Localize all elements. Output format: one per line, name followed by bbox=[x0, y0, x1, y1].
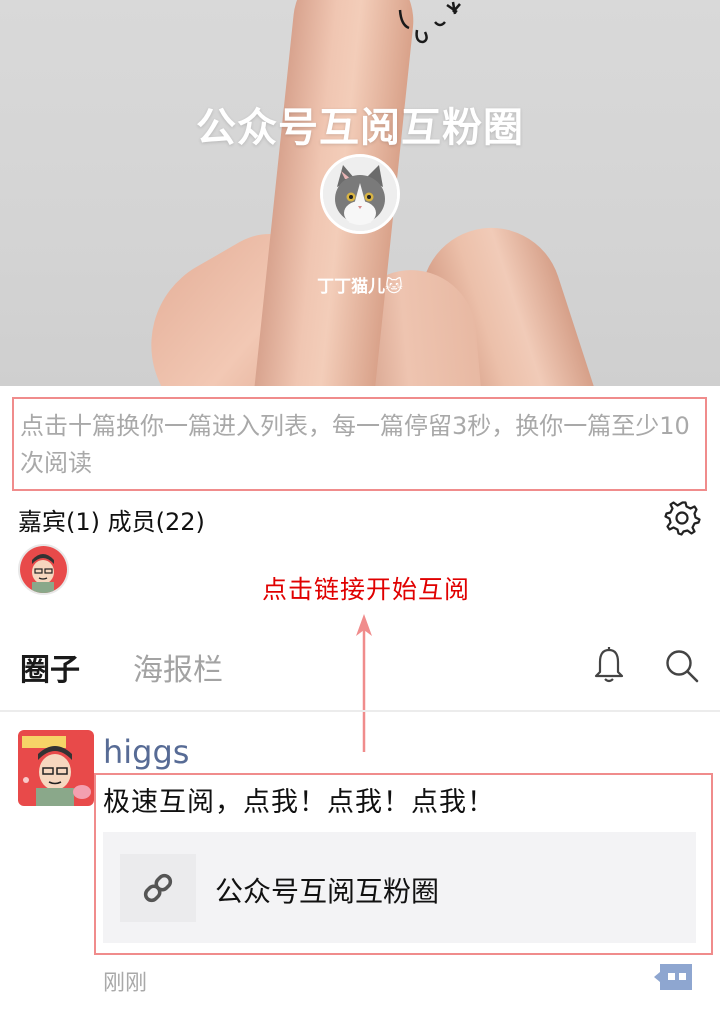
group-notice[interactable]: 点击十篇换你一篇进入列表，每一篇停留3秒，换你一篇至少10次阅读 bbox=[12, 397, 707, 491]
gear-icon[interactable] bbox=[663, 499, 701, 537]
shared-link-card[interactable]: 公众号互阅互粉圈 bbox=[103, 832, 696, 943]
up-arrow-icon bbox=[356, 614, 372, 752]
post-author-name[interactable]: higgs bbox=[103, 733, 189, 771]
tab-circle[interactable]: 圈子 bbox=[20, 645, 80, 689]
post-timestamp: 刚刚 bbox=[103, 971, 148, 996]
tab-poster[interactable]: 海报栏 bbox=[133, 645, 223, 689]
tab-divider bbox=[0, 710, 720, 712]
cartoon-avatar-image bbox=[18, 730, 94, 806]
link-title: 公众号互阅互粉圈 bbox=[215, 875, 440, 908]
group-cover: 公众号互阅互粉圈 丁丁猫儿🐱 bbox=[0, 0, 720, 386]
search-icon[interactable] bbox=[664, 648, 700, 684]
member-summary[interactable]: 嘉宾(1) 成员(22) bbox=[18, 502, 205, 537]
bell-icon[interactable] bbox=[592, 646, 626, 684]
post-text: 极速互阅，点我！点我！点我！ bbox=[103, 787, 495, 818]
link-icon bbox=[143, 873, 173, 903]
owner-avatar[interactable] bbox=[320, 154, 400, 234]
notice-text: 点击十篇换你一篇进入列表，每一篇停留3秒，换你一篇至少10次阅读 bbox=[20, 412, 690, 477]
link-thumb bbox=[120, 854, 196, 922]
annotation-text: 点击链接开始互阅 bbox=[262, 575, 471, 604]
member-avatar[interactable] bbox=[18, 544, 69, 595]
post-author-avatar[interactable] bbox=[18, 730, 94, 806]
cartoon-avatar-image bbox=[20, 546, 67, 593]
finger-face-drawing bbox=[398, 1, 461, 44]
owner-name: 丁丁猫儿🐱 bbox=[317, 277, 403, 297]
comment-icon[interactable] bbox=[652, 962, 694, 992]
cat-avatar-image bbox=[323, 157, 397, 231]
group-title: 公众号互阅互粉圈 bbox=[196, 105, 524, 151]
